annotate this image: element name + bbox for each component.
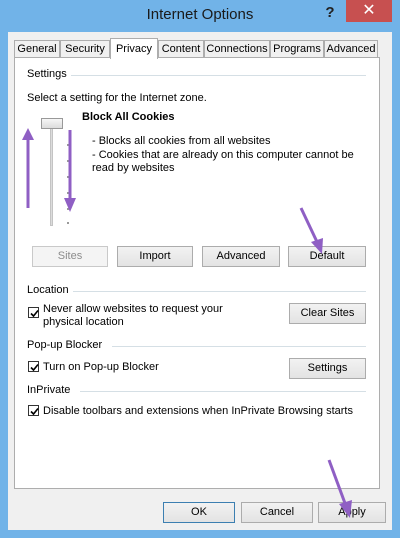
import-button[interactable]: Import [117, 246, 193, 267]
popup-group-label: Pop-up Blocker [27, 339, 107, 351]
tab-advanced[interactable]: Advanced [324, 40, 378, 57]
tab-security[interactable]: Security [60, 40, 110, 57]
apply-pointer-arrow-icon [327, 459, 352, 518]
checkmark-icon [30, 363, 39, 372]
privacy-description-line-3: read by websites [92, 162, 175, 174]
privacy-slider-thumb[interactable] [41, 118, 63, 129]
tab-general[interactable]: General [14, 40, 60, 57]
clear-sites-button[interactable]: Clear Sites [289, 303, 366, 324]
zone-prompt: Select a setting for the Internet zone. [27, 92, 207, 104]
tab-privacy[interactable]: Privacy [110, 38, 158, 59]
privacy-tab-panel [14, 57, 380, 489]
help-button[interactable]: ? [318, 2, 342, 24]
location-checkbox-label-2: physical location [43, 316, 124, 328]
inprivate-checkbox-label: Disable toolbars and extensions when InP… [43, 405, 353, 417]
popup-group-divider [112, 346, 366, 347]
tab-strip: General Security Privacy Content Connect… [14, 38, 378, 59]
checkmark-icon [30, 309, 39, 318]
advanced-button[interactable]: Advanced [202, 246, 280, 267]
location-group-divider [70, 291, 366, 292]
internet-options-window: Internet Options ? ✕ General Security Pr… [0, 0, 400, 538]
tab-programs[interactable]: Programs [270, 40, 324, 57]
popup-settings-button[interactable]: Settings [289, 358, 366, 379]
close-button[interactable]: ✕ [346, 0, 392, 22]
dialog-client-area: General Security Privacy Content Connect… [8, 32, 392, 530]
cancel-button[interactable]: Cancel [241, 502, 313, 523]
popup-blocker-label: Turn on Pop-up Blocker [43, 361, 159, 373]
ok-button[interactable]: OK [163, 502, 235, 523]
slider-tick [67, 222, 69, 224]
inprivate-group-divider [80, 391, 366, 392]
privacy-level-title: Block All Cookies [82, 111, 175, 123]
default-pointer-arrow-icon [299, 207, 323, 254]
privacy-slider-track[interactable] [50, 122, 53, 226]
privacy-description-line-2: - Cookies that are already on this compu… [92, 149, 354, 161]
down-arrow-annotation-icon [64, 130, 76, 212]
title-bar[interactable]: Internet Options ? ✕ [0, 0, 400, 32]
checkmark-icon [30, 407, 39, 416]
popup-blocker-checkbox[interactable] [28, 361, 39, 372]
up-arrow-annotation-icon [22, 128, 34, 208]
privacy-description-line-1: - Blocks all cookies from all websites [92, 135, 271, 147]
tab-connections[interactable]: Connections [204, 40, 270, 57]
settings-group-label: Settings [27, 68, 71, 80]
inprivate-checkbox[interactable] [28, 405, 39, 416]
sites-button[interactable]: Sites [32, 246, 108, 267]
tab-content[interactable]: Content [158, 40, 204, 57]
settings-group-divider [70, 75, 366, 76]
location-checkbox[interactable] [28, 307, 39, 318]
location-group-label: Location [27, 284, 73, 296]
location-checkbox-label-1: Never allow websites to request your [43, 303, 223, 315]
inprivate-group-label: InPrivate [27, 384, 75, 396]
